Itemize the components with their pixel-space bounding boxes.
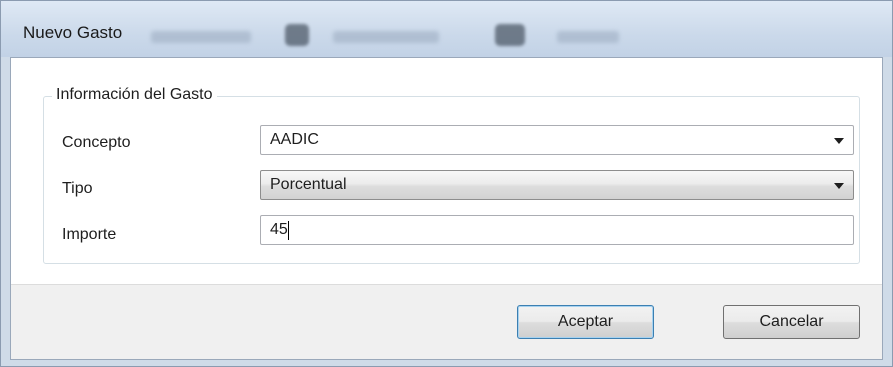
concepto-combobox[interactable]: AADIC: [260, 125, 854, 155]
background-toolbar-blur: [557, 31, 619, 43]
chevron-down-icon[interactable]: [834, 138, 844, 144]
group-title: Información del Gasto: [52, 86, 217, 104]
concepto-value: AADIC: [270, 131, 319, 148]
tipo-label: Tipo: [62, 180, 93, 197]
window-title: Nuevo Gasto: [23, 23, 123, 42]
importe-label: Importe: [62, 226, 117, 243]
background-toolbar-icon: [285, 24, 309, 46]
title-bar[interactable]: Nuevo Gasto: [1, 1, 892, 57]
panel-divider: [11, 284, 882, 285]
chevron-down-icon[interactable]: [834, 183, 844, 189]
cancel-button[interactable]: Cancelar: [723, 305, 860, 339]
background-printer-icon: [495, 24, 525, 46]
text-caret: [288, 221, 289, 240]
dialog-client-area: Información del Gasto Concepto AADIC Tip…: [10, 57, 883, 360]
dialog-window: Nuevo Gasto Información del Gasto Concep…: [0, 0, 893, 367]
tipo-combobox[interactable]: Porcentual: [260, 170, 854, 200]
importe-input[interactable]: 45: [260, 215, 854, 245]
background-toolbar-blur: [151, 31, 251, 43]
expense-info-group: Información del Gasto Concepto AADIC Tip…: [43, 86, 860, 264]
accept-button[interactable]: Aceptar: [517, 305, 654, 339]
tipo-value: Porcentual: [270, 176, 347, 193]
concepto-label: Concepto: [62, 134, 131, 151]
background-toolbar-blur: [333, 31, 439, 43]
importe-value: 45: [270, 221, 288, 238]
form-panel: Información del Gasto Concepto AADIC Tip…: [11, 58, 882, 284]
